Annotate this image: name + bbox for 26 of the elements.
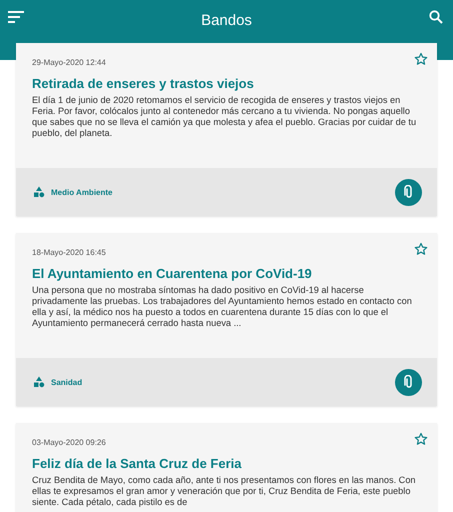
attachment-button[interactable] <box>395 178 422 206</box>
paperclip-icon <box>404 375 414 389</box>
search-icon[interactable] <box>429 10 443 24</box>
notice-card[interactable] <box>16 233 437 406</box>
notice-date: 18-Mayo-2020 16:45 <box>32 248 107 257</box>
notice-text: Cruz Bendita de Mayo, como cada año, ante ti nos presentamos con flores en las manos. Con ellas te expresamos el gran amor y veneración que por ti, Cruz Bendita de Feria, este pueblo siente. Cada pétalo, cada pistilo es de <box>32 475 417 508</box>
star-icon[interactable] <box>414 432 428 446</box>
notice-text: El día 1 de junio de 2020 retomamos el servicio de recogida de enseres y trastos viejos en Feria. Por favor, colócalos junto al contenedor más cercano a tu vivienda. No pongas aquello que sabes que no se lleva el camión ya que molesta y afea el pueblo. Gracias por cuidar de tu pueblo, del planeta. <box>32 95 418 139</box>
notice-card[interactable] <box>16 423 437 512</box>
notice-text: Una persona que no mostraba síntomas ha dado positivo en CoVid-19 al hacerse privadamente las pruebas. Los trabajadores del Ayuntamiento hemos estado en contacto con ella y así, la médico nos ha puesto a todos en cuarentena durante 15 días con lo que el Ayuntamiento permanecerá cerrado hasta nueva ... <box>32 285 413 329</box>
notice-title: El Ayuntamiento en Cuarentena por CoVid-19 <box>32 266 313 281</box>
star-icon[interactable] <box>414 52 428 66</box>
notice-title: Retirada de enseres y trastos viejos <box>32 76 255 91</box>
notice-title: Feliz día de la Santa Cruz de Feria <box>32 456 243 471</box>
shapes-icon <box>33 376 45 388</box>
shapes-icon <box>33 186 45 198</box>
star-icon[interactable] <box>414 242 428 256</box>
category-label: Medio Ambiente <box>51 188 112 196</box>
app-title: Bandos <box>201 12 252 29</box>
attachment-button[interactable] <box>395 368 422 396</box>
notice-date: 29-Mayo-2020 12:44 <box>32 58 107 67</box>
category-label: Sanidad <box>51 378 82 386</box>
notice-date: 03-Mayo-2020 09:26 <box>32 438 107 447</box>
notice-card[interactable] <box>16 43 437 216</box>
paperclip-icon <box>404 185 414 199</box>
menu-icon[interactable] <box>8 10 24 24</box>
